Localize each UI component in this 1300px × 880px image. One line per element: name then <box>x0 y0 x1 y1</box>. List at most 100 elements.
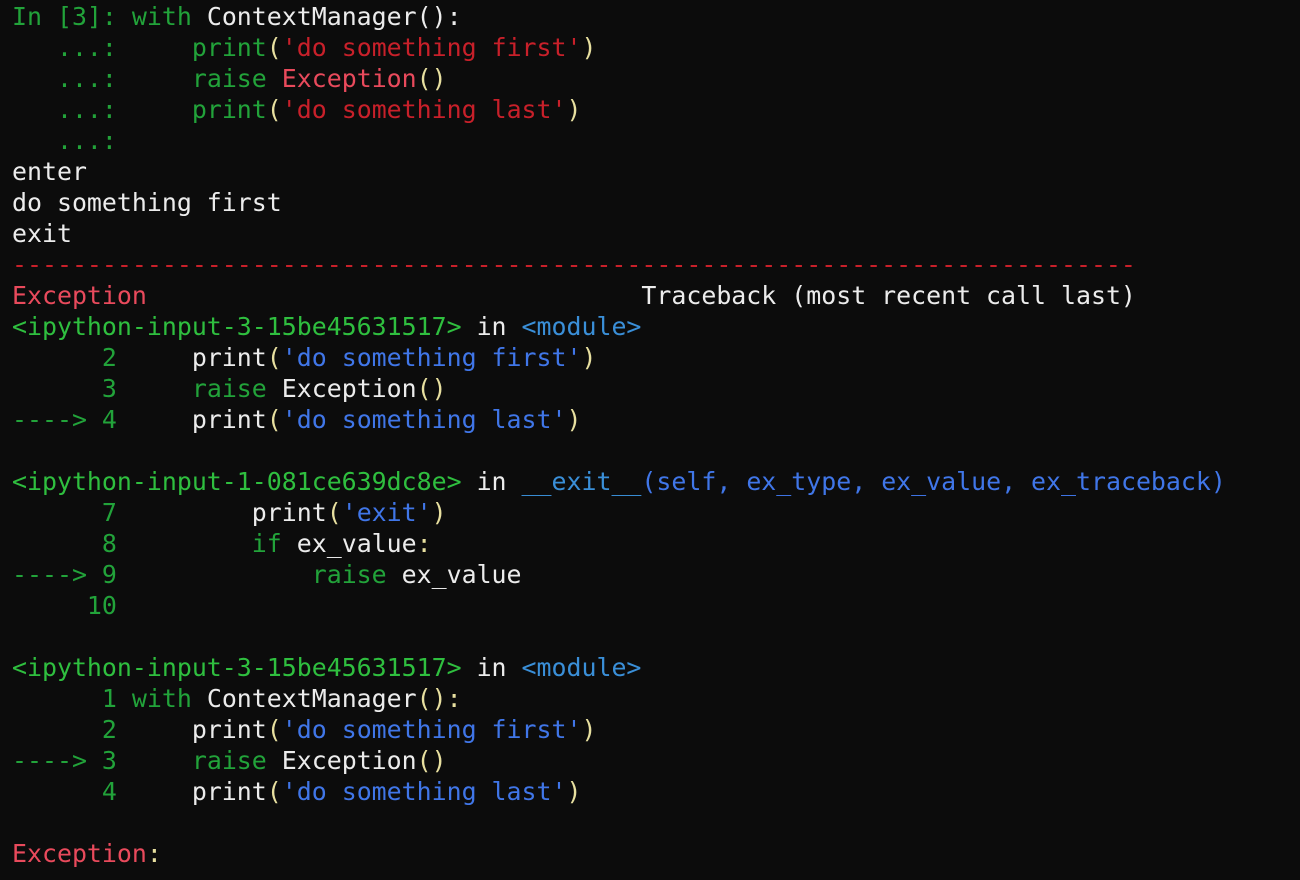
terminal-text-segment: <ipython-input-3-15be45631517> <box>12 312 462 341</box>
terminal-text-segment: enter <box>12 157 87 186</box>
terminal-text-segment: 3 <box>12 374 132 403</box>
terminal-text-segment: raise <box>311 560 387 589</box>
terminal-text-segment: ) <box>581 715 597 744</box>
terminal-line: 4 print('do something last') <box>12 776 1300 807</box>
terminal-text-segment: 'do something first' <box>281 33 582 62</box>
terminal-text-segment: ----------------------------------------… <box>12 250 1136 279</box>
terminal-line: In [3]: with ContextManager(): <box>12 1 1300 32</box>
terminal-text-segment: ) <box>431 498 447 527</box>
terminal-text-segment: 1 <box>12 684 132 713</box>
terminal-text-segment: ( <box>266 405 282 434</box>
terminal-text-segment: 'do something first' <box>281 715 582 744</box>
terminal-text-segment: Exception <box>266 374 417 403</box>
terminal-text-segment: ) <box>581 33 597 62</box>
terminal-line: ----> 3 raise Exception() <box>12 745 1300 776</box>
terminal-text-segment: print <box>131 777 267 806</box>
terminal-line: 7 print('exit') <box>12 497 1300 528</box>
terminal-text-segment: print <box>131 343 267 372</box>
terminal-text-segment: with <box>131 684 192 713</box>
terminal-text-segment: ) <box>566 777 582 806</box>
terminal-text-segment: Exception <box>12 839 147 868</box>
terminal-text-segment: ( <box>326 498 342 527</box>
terminal-text-segment: (self, ex_type, ex_value, ex_traceback) <box>641 467 1226 496</box>
terminal-text-segment: ...: <box>12 64 132 93</box>
terminal-text-segment: 'do something last' <box>281 95 567 124</box>
terminal-text-segment: print <box>131 498 327 527</box>
terminal-text-segment: 4 <box>12 777 132 806</box>
terminal-text-segment: ex_value <box>281 529 417 558</box>
terminal-text-segment: Traceback (most recent call last) <box>146 281 1136 310</box>
terminal-text-segment: 'exit' <box>341 498 432 527</box>
terminal-line: ----> 4 print('do something last') <box>12 404 1300 435</box>
terminal-text-segment: 7 <box>12 498 132 527</box>
terminal-line: ----------------------------------------… <box>12 249 1300 280</box>
terminal-text-segment: ----> 9 <box>12 560 132 589</box>
terminal-text-segment: ( <box>266 33 282 62</box>
terminal-text-segment: ...: <box>12 95 132 124</box>
terminal-line: ----> 9 raise ex_value <box>12 559 1300 590</box>
terminal-line: ...: <box>12 125 1300 156</box>
terminal-line: 3 raise Exception() <box>12 373 1300 404</box>
terminal-line: ...: raise Exception() <box>12 63 1300 94</box>
terminal-line: Exception: <box>12 838 1300 869</box>
terminal-line: ...: print('do something first') <box>12 32 1300 63</box>
terminal-text-segment: () <box>416 746 447 775</box>
terminal-text-segment: print <box>191 95 267 124</box>
terminal-text-segment: Exception <box>281 64 417 93</box>
terminal-text-segment: ex_value <box>386 560 522 589</box>
terminal-text-segment: 'do something last' <box>281 777 567 806</box>
terminal-line: Exception Traceback (most recent call la… <box>12 280 1300 311</box>
terminal-text-segment: ContextManager <box>191 684 417 713</box>
terminal-text-segment: ) <box>566 405 582 434</box>
terminal-text-segment: in <box>461 467 522 496</box>
terminal-text-segment: ( <box>266 343 282 372</box>
terminal-text-segment: : <box>416 529 432 558</box>
terminal-text-segment: ( <box>266 715 282 744</box>
terminal-text-segment: 'do something first' <box>281 343 582 372</box>
terminal-text-segment: if <box>251 529 282 558</box>
terminal-text-segment: () <box>416 64 447 93</box>
terminal-text-segment: In [3]: <box>12 2 132 31</box>
terminal-text-segment: ) <box>566 95 582 124</box>
terminal-text-segment: <module> <box>521 312 642 341</box>
terminal-line: do something first <box>12 187 1300 218</box>
terminal-line: 10 <box>12 590 1300 621</box>
terminal-line: 2 print('do something first') <box>12 342 1300 373</box>
terminal-output[interactable]: In [3]: with ContextManager(): ...: prin… <box>0 0 1300 880</box>
terminal-text-segment: exit <box>12 219 72 248</box>
terminal-text-segment: print <box>191 33 267 62</box>
terminal-text-segment: ) <box>581 343 597 372</box>
terminal-line: <ipython-input-3-15be45631517> in <modul… <box>12 652 1300 683</box>
terminal-text-segment: print <box>131 405 267 434</box>
terminal-text-segment: () <box>416 374 447 403</box>
terminal-line: exit <box>12 218 1300 249</box>
terminal-text-segment: 10 <box>12 591 132 620</box>
terminal-text-segment: raise <box>191 374 267 403</box>
terminal-text-segment: raise <box>191 746 267 775</box>
terminal-text-segment: ( <box>266 777 282 806</box>
terminal-text-segment: ----> 4 <box>12 405 132 434</box>
terminal-text-segment: 8 <box>12 529 132 558</box>
terminal-text-segment: print <box>131 715 267 744</box>
terminal-line: 2 print('do something first') <box>12 714 1300 745</box>
terminal-text-segment: 2 <box>12 343 132 372</box>
terminal-line: <ipython-input-3-15be45631517> in <modul… <box>12 311 1300 342</box>
terminal-text-segment: in <box>461 653 522 682</box>
terminal-text-segment: ----> 3 <box>12 746 132 775</box>
terminal-text-segment: : <box>146 839 162 868</box>
terminal-line: enter <box>12 156 1300 187</box>
terminal-text-segment: do something first <box>12 188 282 217</box>
terminal-text-segment: Exception <box>12 281 147 310</box>
terminal-text-segment: 'do something last' <box>281 405 567 434</box>
terminal-text-segment: in <box>461 312 522 341</box>
